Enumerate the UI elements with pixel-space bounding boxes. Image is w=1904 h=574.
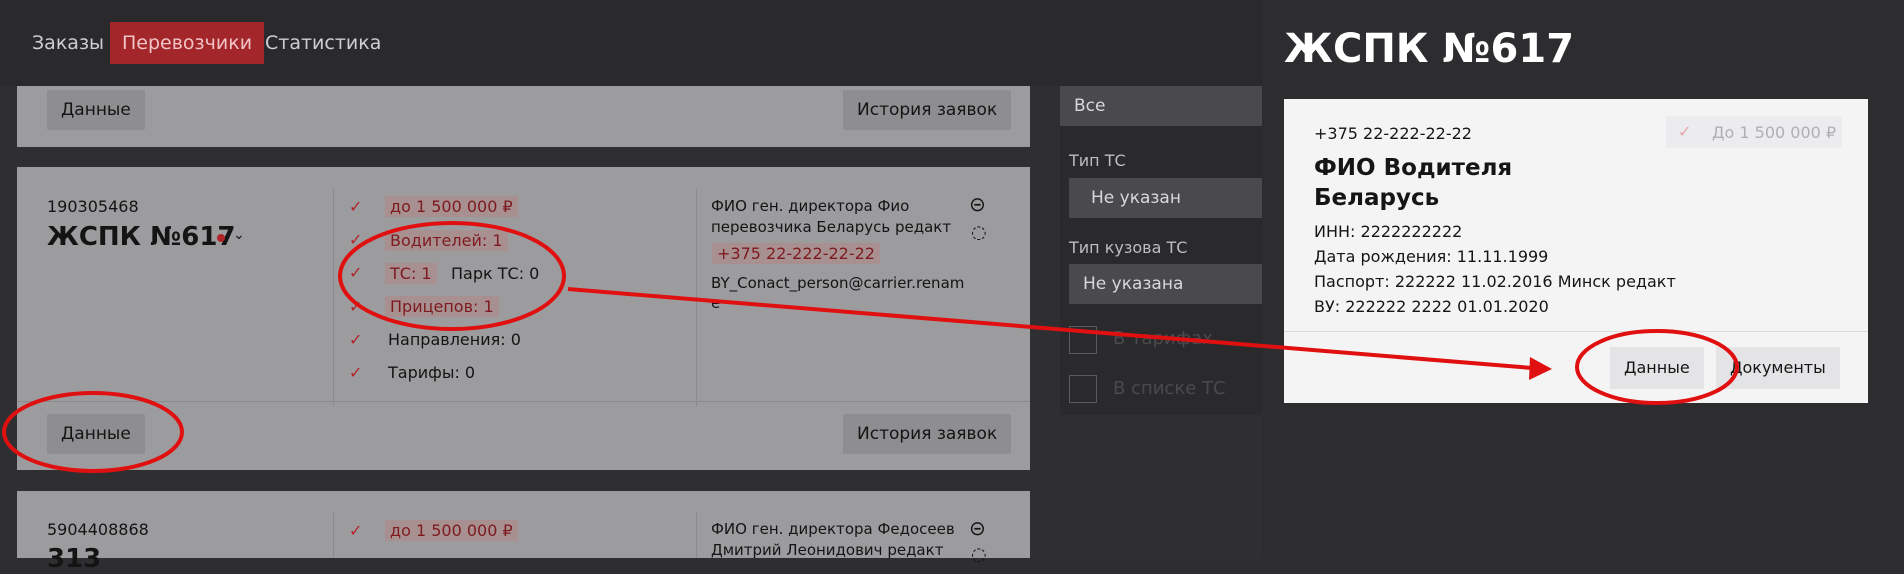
director-name: ФИО ген. директора Фио bbox=[711, 197, 910, 215]
divider bbox=[696, 513, 697, 558]
divider bbox=[696, 189, 697, 406]
chevron-down-icon[interactable]: ⌄ bbox=[233, 227, 245, 243]
card-footer-divider bbox=[17, 401, 1030, 402]
driver-birthdate: Дата рождения: 11.11.1999 bbox=[1314, 247, 1549, 266]
drawer-title: ЖСПК №617 bbox=[1284, 26, 1575, 72]
carrier-card: 190305468 ЖСПК №617 ⌄ ✓ до 1 500 000 ₽ ✓… bbox=[17, 167, 1030, 470]
driver-inn: ИНН: 2222222222 bbox=[1314, 222, 1463, 241]
tariffs-checkbox-label: В тарифах bbox=[1113, 328, 1213, 349]
carrier-name: 313 bbox=[47, 544, 102, 574]
driver-card-divider bbox=[1284, 331, 1868, 332]
history-button[interactable]: История заявок bbox=[843, 90, 1012, 130]
tariffs-count: Тарифы: 0 bbox=[388, 363, 476, 382]
contact-email: BY_Conact_person@carrier.renam bbox=[711, 274, 965, 292]
driver-name-cont: Беларусь bbox=[1314, 185, 1440, 211]
check-icon: ✓ bbox=[349, 197, 363, 216]
check-icon: ✓ bbox=[349, 363, 363, 382]
director-name-cont: перевозчика Беларусь редакт bbox=[711, 218, 952, 236]
driver-passport: Паспорт: 222222 11.02.2016 Минск редакт bbox=[1314, 272, 1676, 291]
driver-phone: +375 22-222-22-22 bbox=[1314, 124, 1472, 143]
data-button[interactable]: Данные bbox=[47, 90, 145, 130]
data-button[interactable]: Данные bbox=[47, 414, 145, 454]
park-count: Парк ТС: 0 bbox=[451, 264, 540, 283]
check-icon: ✓ bbox=[1678, 122, 1692, 141]
documents-button[interactable]: Документы bbox=[1716, 347, 1840, 389]
vehicles-checkbox[interactable] bbox=[1069, 375, 1097, 403]
link-icon[interactable]: ⊝ bbox=[969, 192, 986, 216]
vehicle-type-select[interactable]: Не указан bbox=[1069, 178, 1262, 218]
nav-tab-statistics[interactable]: Статистика bbox=[253, 22, 393, 64]
vehicle-type-label: Тип ТС bbox=[1069, 151, 1126, 170]
chat-icon[interactable]: ◌ bbox=[971, 222, 987, 243]
drivers-tag: Водителей: 1 bbox=[385, 230, 508, 251]
check-icon: ✓ bbox=[349, 330, 363, 349]
driver-name: ФИО Водителя bbox=[1314, 155, 1513, 181]
contact-email-cont: e bbox=[711, 294, 721, 312]
data-button[interactable]: Данные bbox=[1610, 347, 1704, 389]
directions-count: Направления: 0 bbox=[388, 330, 521, 349]
history-button[interactable]: История заявок bbox=[843, 414, 1012, 454]
nav-tab-carriers[interactable]: Перевозчики bbox=[110, 22, 265, 64]
nav-tab-orders[interactable]: Заказы bbox=[20, 22, 116, 64]
status-dot bbox=[217, 234, 225, 242]
vehicles-checkbox-label: В списке ТС bbox=[1113, 378, 1226, 399]
carrier-card: 5904408868 313 ✓ до 1 500 000 ₽ ФИО ген.… bbox=[17, 491, 1030, 574]
driver-card: +375 22-222-22-22 ✓ До 1 500 000 ₽ ФИО В… bbox=[1284, 99, 1868, 403]
director-name-cont: Дмитрий Леонидович редакт bbox=[711, 541, 944, 559]
carrier-name: ЖСПК №617 bbox=[47, 222, 236, 252]
phone-tag[interactable]: +375 22-222-22-22 bbox=[712, 243, 880, 264]
check-icon: ✓ bbox=[349, 521, 363, 540]
limit-tag: до 1 500 000 ₽ bbox=[385, 196, 518, 217]
check-icon: ✓ bbox=[349, 263, 363, 282]
driver-license: ВУ: 222222 2222 01.01.2020 bbox=[1314, 297, 1549, 316]
divider bbox=[333, 513, 334, 558]
check-icon: ✓ bbox=[349, 297, 363, 316]
filter-all-select[interactable]: Все bbox=[1060, 86, 1262, 126]
carrier-id: 5904408868 bbox=[47, 520, 149, 539]
check-icon: ✓ bbox=[349, 230, 363, 249]
divider bbox=[333, 189, 334, 406]
carrier-drawer: ЖСПК №617 +375 22-222-22-22 ✓ До 1 500 0… bbox=[1262, 0, 1904, 558]
tariffs-checkbox[interactable] bbox=[1069, 326, 1097, 354]
body-type-label: Тип кузова ТС bbox=[1069, 238, 1188, 257]
limit-badge: ✓ До 1 500 000 ₽ bbox=[1666, 116, 1842, 148]
carrier-card: Данные История заявок bbox=[17, 86, 1030, 147]
top-nav-bar: Заказы Перевозчики Статистика bbox=[0, 0, 1262, 86]
link-icon[interactable]: ⊝ bbox=[969, 516, 986, 540]
trailers-tag: Прицепов: 1 bbox=[385, 296, 499, 317]
limit-badge-text: До 1 500 000 ₽ bbox=[1712, 123, 1837, 142]
vehicles-tag: ТС: 1 bbox=[385, 263, 437, 284]
limit-tag: до 1 500 000 ₽ bbox=[385, 520, 518, 541]
body-type-select[interactable]: Не указана bbox=[1069, 264, 1262, 304]
chat-icon[interactable]: ◌ bbox=[971, 544, 987, 565]
director-name: ФИО ген. директора Федосеев bbox=[711, 520, 955, 538]
carrier-id: 190305468 bbox=[47, 197, 139, 216]
